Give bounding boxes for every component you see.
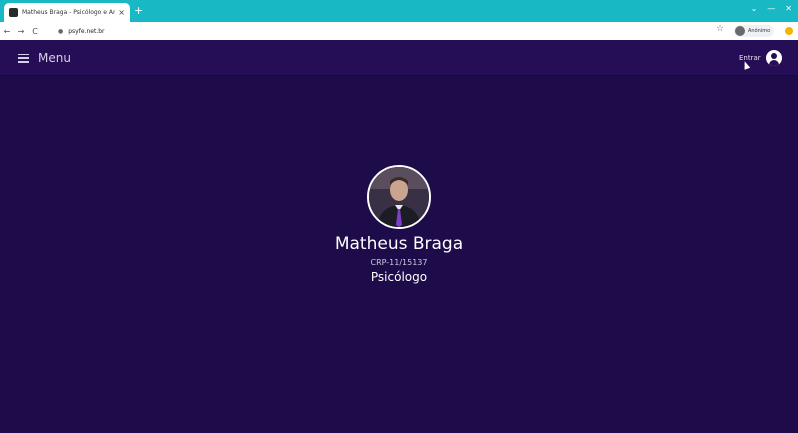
profile-name: Anônimo [748,28,771,34]
incognito-avatar-icon [735,26,745,36]
back-icon[interactable]: ← [0,27,14,36]
minimize-icon[interactable]: — [767,4,775,13]
tab-search-icon[interactable]: ⌄ [751,4,758,13]
window-close-icon[interactable]: ✕ [785,4,792,13]
reload-icon[interactable]: C [28,27,42,36]
browser-toolbar: ← → C ● psyfe.net.br ☆ Anônimo [0,22,798,40]
menu-button[interactable]: Menu [18,51,71,65]
account-circle-icon [765,50,782,66]
tab-close-icon[interactable]: × [118,8,125,17]
menu-label: Menu [38,51,71,65]
profile-name: Matheus Braga [334,234,464,254]
star-icon[interactable]: ☆ [716,24,724,34]
browser-tab[interactable]: Matheus Braga - Psicólogo e Ar... × [4,3,130,22]
browser-tabstrip: Matheus Braga - Psicólogo e Ar... × + ⌄ … [0,0,798,22]
app-header: Menu Entrar [0,40,798,76]
browser-profile-button[interactable]: Anônimo [734,25,775,37]
window-controls: ⌄ — ✕ [751,4,792,13]
profile-photo [367,165,431,229]
forward-icon[interactable]: → [14,27,28,36]
favicon-icon [9,8,18,17]
extension-icon[interactable] [785,27,793,35]
tab-title: Matheus Braga - Psicólogo e Ar... [22,9,116,16]
person-photo-icon [369,167,429,227]
profile-card: Matheus Braga CRP-11/15137 Psicólogo [0,165,798,284]
lock-icon: ● [58,27,64,35]
profile-role: Psicólogo [370,270,428,284]
hamburger-icon [18,53,29,63]
address-bar[interactable]: ● psyfe.net.br [58,25,723,37]
crp-registration: CRP-11/15137 [370,258,428,267]
url-text[interactable]: psyfe.net.br [68,28,104,35]
new-tab-button[interactable]: + [134,5,143,17]
